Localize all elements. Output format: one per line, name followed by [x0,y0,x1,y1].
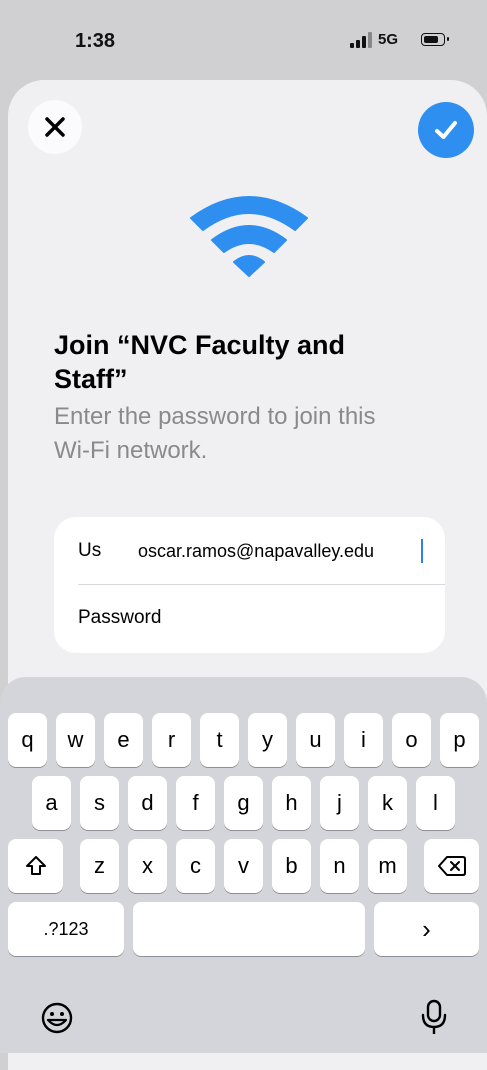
key-z[interactable]: z [80,839,119,893]
key-r[interactable]: r [152,713,191,767]
checkmark-icon [435,121,457,139]
network-type: 5G [378,31,399,48]
text-cursor [421,539,423,563]
delete-key[interactable] [424,839,479,893]
key-m[interactable]: m [368,839,407,893]
key-c[interactable]: c [176,839,215,893]
key-q[interactable]: q [8,713,47,767]
key-g[interactable]: g [224,776,263,830]
username-label: Us [78,540,102,561]
dialog-subtitle: Enter the password to join this Wi-Fi ne… [54,403,376,464]
wifi-icon [190,196,308,277]
shift-key[interactable] [8,839,63,893]
signal-icon [350,32,372,48]
key-j[interactable]: j [320,776,359,830]
space-key[interactable] [133,902,365,956]
key-y[interactable]: y [248,713,287,767]
close-button[interactable] [28,100,82,154]
key-s[interactable]: s [80,776,119,830]
key-p[interactable]: p [440,713,479,767]
key-k[interactable]: k [368,776,407,830]
username-input[interactable]: oscar.ramos@napavalley.edu [138,541,374,562]
status-bar: 1:38 5G [0,0,487,78]
status-time: 1:38 [75,30,116,52]
key-x[interactable]: x [128,839,167,893]
credentials-form: Us oscar.ramos@napavalley.edu Password [54,517,445,653]
keyboard: q w e r t y u i o p a s d f g h j k l z … [0,677,487,1053]
microphone-icon[interactable] [420,999,448,1037]
close-icon [45,117,65,137]
key-n[interactable]: n [320,839,359,893]
key-a[interactable]: a [32,776,71,830]
emoji-icon[interactable] [40,1001,74,1035]
key-l[interactable]: l [416,776,455,830]
key-b[interactable]: b [272,839,311,893]
delete-icon [437,856,466,876]
key-w[interactable]: w [56,713,95,767]
password-field[interactable]: Password [78,607,161,629]
key-u[interactable]: u [296,713,335,767]
return-key[interactable]: › [374,902,479,956]
key-h[interactable]: h [272,776,311,830]
key-o[interactable]: o [392,713,431,767]
key-i[interactable]: i [344,713,383,767]
key-t[interactable]: t [200,713,239,767]
key-d[interactable]: d [128,776,167,830]
key-f[interactable]: f [176,776,215,830]
key-e[interactable]: e [104,713,143,767]
battery-icon [421,33,449,46]
numbers-key[interactable]: .?123 [8,902,124,956]
password-row[interactable]: Password [54,585,445,653]
dialog-title: Join “NVC Faculty and Staff” [54,330,346,394]
shift-icon [25,856,46,875]
key-v[interactable]: v [224,839,263,893]
username-row[interactable]: Us oscar.ramos@napavalley.edu [54,517,445,585]
join-confirm-button[interactable] [418,102,474,158]
